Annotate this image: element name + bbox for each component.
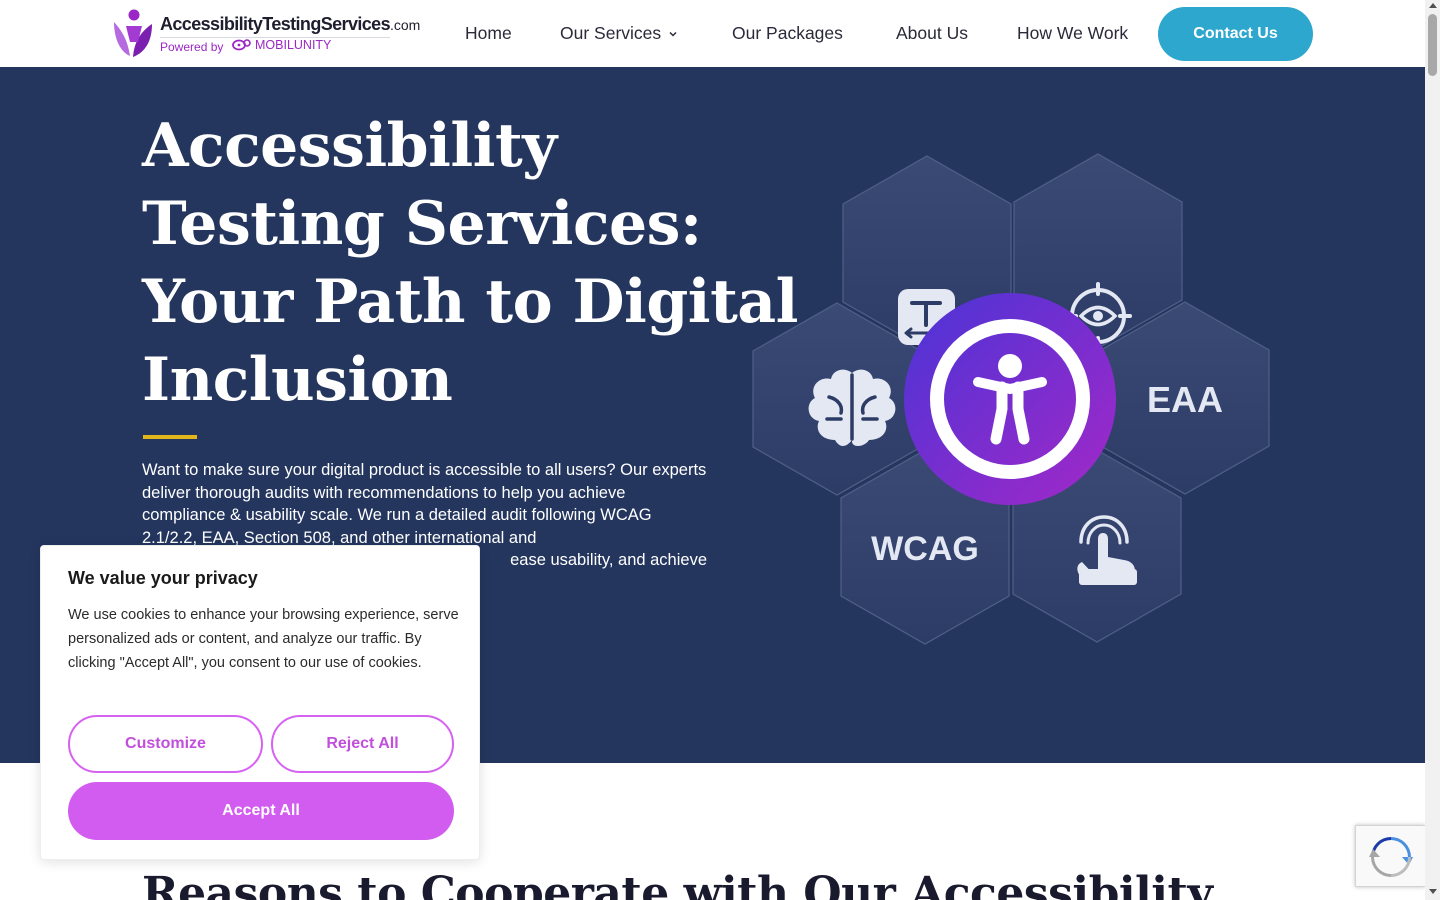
nav-our-services-label: Our Services [560,23,662,43]
accessibility-person-icon [904,293,1116,505]
nav-home-label: Home [465,23,512,43]
nav-about-us-label: About Us [896,23,968,43]
nav-home[interactable]: Home [465,0,512,67]
mobilunity-logo-icon [232,39,251,51]
section-title: Reasons to Cooperate with Our Accessibil… [142,868,1213,900]
logo-title: AccessibilityTestingServices.com [160,14,421,34]
customize-button[interactable]: Customize [68,715,263,773]
accessibility-hex-graphic: EAA WCAG [752,153,1270,645]
hero-accent-line [143,435,197,439]
nav-about-us[interactable]: About Us [896,0,968,67]
partner-name: MOBILUNITY [255,38,332,52]
recaptcha-badge[interactable] [1355,825,1425,887]
hero-title: Accessibility Testing Services: Your Pat… [142,107,798,419]
contact-us-button[interactable]: Contact Us [1158,7,1313,61]
nav-our-packages[interactable]: Our Packages [732,0,843,67]
accept-all-button[interactable]: Accept All [68,782,454,840]
nav-how-we-work-label: How We Work [1017,23,1129,43]
scrollbar-thumb[interactable] [1428,14,1437,76]
page-scrollbar[interactable] [1425,0,1440,900]
scroll-up-arrow-icon[interactable] [1428,3,1437,8]
reject-all-button[interactable]: Reject All [271,715,454,773]
logo-mark-icon [114,9,152,57]
recaptcha-icon [1369,837,1413,877]
brain-icon [808,369,896,447]
cookie-consent-banner: We value your privacy We use cookies to … [40,545,480,860]
wcag-label: WCAG [871,530,979,568]
logo-powered-by: Powered by [160,40,224,54]
chevron-down-icon [669,31,677,37]
hero-title-line: Inclusion [142,345,453,415]
cookie-title: We value your privacy [68,568,258,588]
eaa-label: EAA [1147,379,1223,420]
nav-our-packages-label: Our Packages [732,23,843,43]
hero-title-line: Accessibility [142,111,557,181]
site-header: AccessibilityTestingServices.com Powered… [0,0,1425,67]
nav-our-services[interactable]: Our Services [560,0,678,67]
hero-description-text: Want to make sure your digital product i… [142,461,707,547]
logo-partner: MOBILUNITY [232,38,331,52]
scroll-down-arrow-icon[interactable] [1428,889,1437,894]
nav-how-we-work[interactable]: How We Work [1017,0,1128,67]
hero-title-line: Testing Services: [142,189,702,259]
hero-description: Want to make sure your digital product i… [142,459,707,569]
site-logo[interactable]: AccessibilityTestingServices.com Powered… [112,8,420,60]
cookie-text: We use cookies to enhance your browsing … [68,607,459,671]
hero-title-line: Your Path to Digital [142,267,798,337]
